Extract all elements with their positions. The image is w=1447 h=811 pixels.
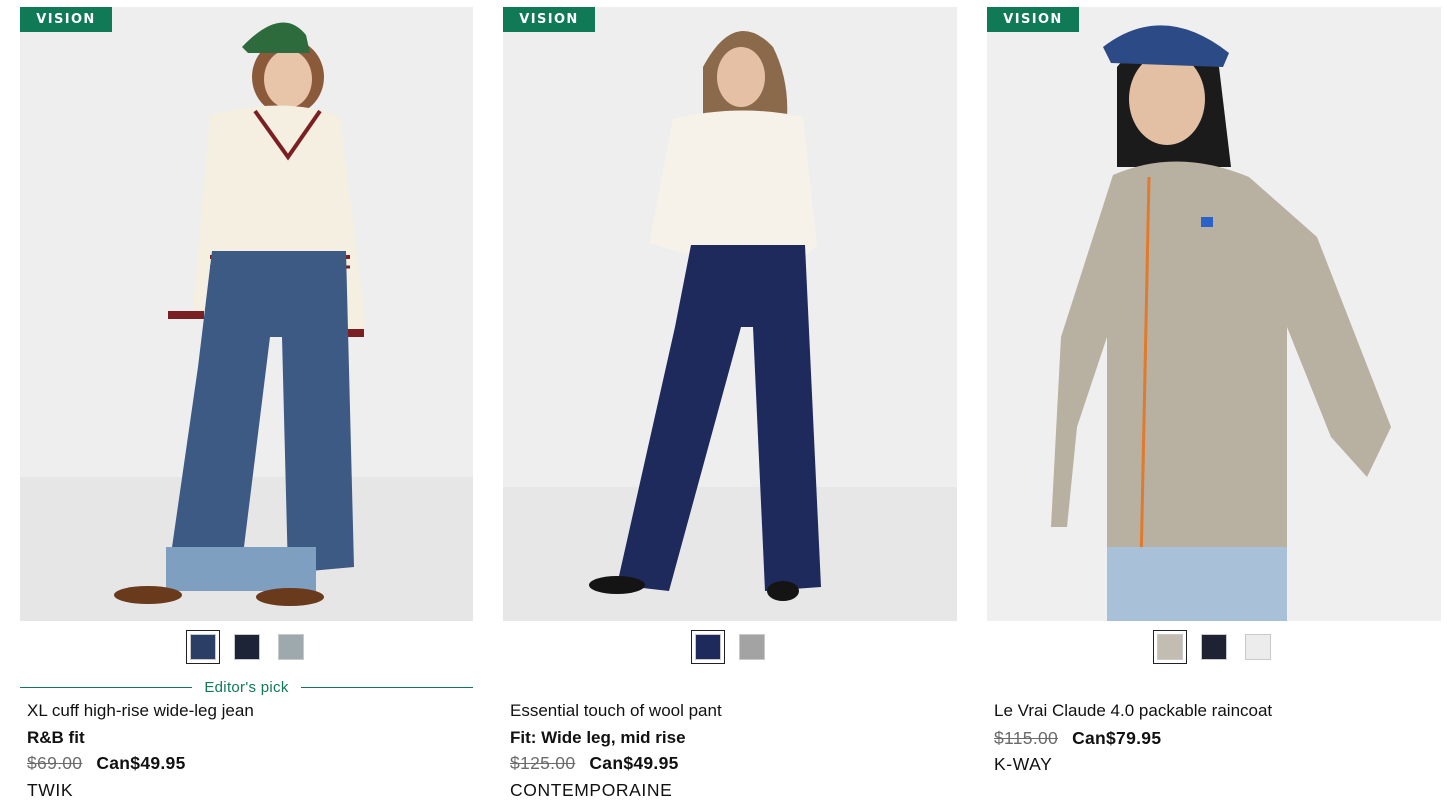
original-price: $69.00 [27, 753, 83, 773]
swatch-chip [1245, 634, 1271, 660]
product-fit: Fit: Wide leg, mid rise [510, 728, 686, 747]
sale-price: Can$49.95 [96, 753, 186, 773]
color-swatch[interactable] [1153, 630, 1187, 664]
price-row: $115.00 Can$79.95 [994, 728, 1161, 749]
swatch-chip [189, 634, 216, 660]
color-swatches [20, 630, 473, 664]
vision-badge: VISION [503, 7, 595, 32]
color-swatch[interactable] [274, 630, 308, 664]
product-photo [20, 7, 473, 621]
product-name[interactable]: Essential touch of wool pant [510, 701, 722, 721]
product-photo [987, 7, 1441, 621]
original-price: $115.00 [994, 728, 1059, 748]
product-name[interactable]: XL cuff high-rise wide-leg jean [27, 701, 254, 721]
swatch-chip [1201, 634, 1227, 660]
product-photo [503, 7, 957, 621]
price-row: $125.00 Can$49.95 [510, 753, 679, 774]
editors-pick-label: Editor's pick [204, 678, 289, 696]
color-swatches [987, 630, 1441, 664]
color-swatch[interactable] [230, 630, 264, 664]
editors-pick-divider: Editor's pick [20, 678, 474, 696]
vision-badge: VISION [987, 7, 1079, 32]
color-swatch[interactable] [691, 630, 725, 664]
product-image[interactable]: VISION [503, 7, 957, 621]
swatch-chip [695, 634, 721, 660]
color-swatch[interactable] [735, 630, 769, 664]
vision-badge: VISION [20, 7, 112, 32]
product-card[interactable]: VISION Essential touch of wool pant Fit:… [503, 7, 957, 807]
sale-price: Can$79.95 [1072, 728, 1162, 748]
color-swatch[interactable] [1241, 630, 1275, 664]
product-card[interactable]: VISION Editor's pick XL cuff high-rise w… [20, 7, 474, 807]
product-name[interactable]: Le Vrai Claude 4.0 packable raincoat [994, 701, 1272, 721]
divider-line [20, 686, 193, 688]
product-fit: R&B fit [27, 728, 85, 747]
product-brand[interactable]: K-WAY [994, 754, 1052, 775]
product-brand[interactable]: CONTEMPORAINE [510, 780, 672, 801]
product-image[interactable]: VISION [987, 7, 1441, 621]
product-image[interactable]: VISION [20, 7, 473, 621]
original-price: $125.00 [510, 753, 576, 773]
swatch-chip [739, 634, 765, 660]
color-swatch[interactable] [185, 630, 220, 664]
price-row: $69.00 Can$49.95 [27, 753, 186, 774]
swatch-chip [233, 634, 260, 660]
product-card[interactable]: VISION Le Vrai Claude 4.0 packable rainc… [987, 7, 1441, 807]
product-brand[interactable]: TWIK [27, 780, 73, 801]
swatch-chip [277, 634, 304, 660]
color-swatch[interactable] [1197, 630, 1231, 664]
color-swatches [503, 630, 957, 664]
divider-line [300, 686, 474, 688]
sale-price: Can$49.95 [589, 753, 679, 773]
swatch-chip [1157, 634, 1183, 660]
